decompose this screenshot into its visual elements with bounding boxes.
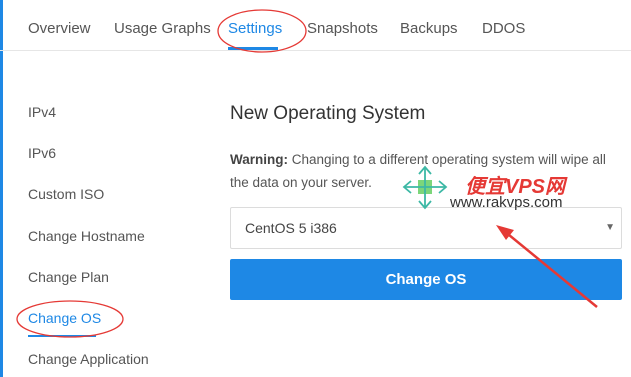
caret-down-icon: ▼ [605,222,615,233]
tab-overview[interactable]: Overview [28,20,91,37]
warning-label: Warning: [230,152,288,167]
sidebar-item-ipv6[interactable]: IPv6 [28,145,56,161]
os-select-value: CentOS 5 i386 [245,220,337,236]
sidebar-item-ipv4[interactable]: IPv4 [28,104,56,120]
active-sidebar-indicator [28,335,96,337]
sidebar-item-custom-iso[interactable]: Custom ISO [28,186,104,202]
left-accent-bar [0,0,3,377]
page-title: New Operating System [230,103,426,124]
tab-snapshots[interactable]: Snapshots [307,20,378,37]
watermark-url: www.rakvps.com [450,194,563,211]
tab-ddos[interactable]: DDOS [482,20,525,37]
sidebar-item-change-plan[interactable]: Change Plan [28,269,109,285]
tab-backups[interactable]: Backups [400,20,458,37]
tab-settings[interactable]: Settings [228,20,282,37]
change-os-button[interactable]: Change OS [230,259,622,300]
os-select[interactable]: CentOS 5 i386 ▼ [230,207,622,249]
sidebar-item-change-os[interactable]: Change OS [28,310,101,326]
tab-usage-graphs[interactable]: Usage Graphs [114,20,211,37]
sidebar-item-change-application[interactable]: Change Application [28,351,149,367]
sidebar-item-change-hostname[interactable]: Change Hostname [28,228,145,244]
tab-bar: Overview Usage Graphs Settings Snapshots… [0,0,631,51]
active-tab-indicator [228,47,278,50]
